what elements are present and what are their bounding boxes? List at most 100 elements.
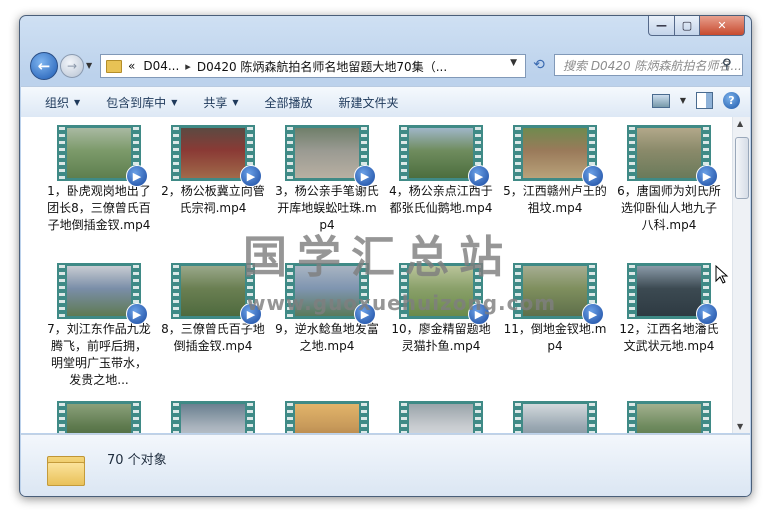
file-item[interactable]: ▶ — [389, 401, 493, 433]
title-bar: — ▢ ✕ — [20, 16, 751, 46]
file-item[interactable]: ▶ — [275, 401, 379, 433]
video-thumbnail[interactable]: ▶ — [57, 125, 148, 187]
file-item[interactable]: ▶ 2，杨公板冀立向管氏宗祠.mp4 — [161, 125, 265, 217]
file-name: 10，廖金精留题地灵猫扑鱼.mp4 — [391, 322, 491, 353]
mouse-cursor-icon — [715, 264, 729, 284]
breadcrumb-item-parent[interactable]: D04... — [143, 59, 179, 73]
scrollbar-thumb[interactable] — [735, 137, 749, 199]
media-player-icon: ▶ — [582, 303, 604, 325]
change-view-icon[interactable] — [651, 93, 670, 108]
new-folder-button[interactable]: 新建文件夹 — [326, 94, 412, 111]
media-player-icon: ▶ — [582, 165, 604, 187]
watermark-text: 国学汇总站 — [243, 232, 513, 283]
history-dropdown[interactable]: ▼ — [86, 61, 95, 70]
breadcrumb-overflow[interactable]: « — [128, 59, 135, 73]
file-name: 2，杨公板冀立向管氏宗祠.mp4 — [161, 184, 265, 215]
minimize-button[interactable]: — — [648, 16, 675, 36]
file-item[interactable]: ▶ 1，卧虎观岗地出了团长8，三僚曾氏百子地倒插金钗.mp4 — [47, 125, 151, 234]
video-thumbnail[interactable]: ▶ — [285, 125, 376, 187]
video-thumbnail[interactable]: ▶ — [285, 401, 369, 433]
view-controls: ▼ ? — [651, 92, 740, 109]
chevron-down-icon: ▼ — [171, 97, 178, 107]
details-pane: 70 个对象 — [21, 434, 750, 496]
file-item[interactable]: ▶ — [161, 401, 265, 433]
view-dropdown-icon[interactable]: ▼ — [680, 96, 686, 105]
video-thumbnail[interactable]: ▶ — [627, 401, 711, 433]
file-name: 9，逆水鲶鱼地发富之地.mp4 — [275, 322, 379, 353]
file-item[interactable]: ▶ 3，杨公亲手笔谢氏开库地蜈蚣吐珠.mp4 — [275, 125, 379, 234]
navigation-bar: ← → ▼ « D04... ▸ D0420 陈炳森航拍名师名地留题大地70集（… — [20, 48, 751, 84]
address-dropdown-icon[interactable]: ▼ — [510, 58, 517, 68]
film-strip — [57, 401, 141, 433]
help-icon[interactable]: ? — [723, 92, 740, 109]
vertical-scrollbar[interactable]: ▲ ▼ — [732, 117, 750, 433]
back-button[interactable]: ← — [30, 52, 58, 80]
minimize-icon: — — [656, 19, 667, 32]
media-player-icon: ▶ — [696, 303, 718, 325]
forward-button[interactable]: → — [60, 54, 84, 78]
breadcrumb-separator[interactable]: ▸ — [185, 60, 191, 73]
share-label: 共享 — [203, 95, 228, 110]
include-library-menu[interactable]: 包含到库中 ▼ — [93, 94, 190, 111]
breadcrumb-item-current[interactable]: D0420 陈炳森航拍名师名地留题大地70集（... — [197, 58, 447, 75]
play-all-label: 全部播放 — [264, 95, 313, 110]
file-item[interactable]: ▶ 12，江西名地潘氏文武状元地.mp4 — [617, 263, 721, 355]
film-strip — [627, 401, 711, 433]
window-controls: — ▢ ✕ — [648, 16, 745, 36]
scroll-down-icon[interactable]: ▼ — [737, 422, 743, 431]
forward-arrow-icon: → — [66, 59, 78, 73]
file-name: 12，江西名地潘氏文武状元地.mp4 — [619, 322, 719, 353]
refresh-button[interactable]: ⟲ — [529, 55, 549, 75]
video-thumbnail[interactable]: ▶ — [513, 401, 597, 433]
media-player-icon: ▶ — [240, 165, 262, 187]
film-strip — [399, 401, 483, 433]
video-thumbnail[interactable]: ▶ — [171, 401, 255, 433]
video-thumbnail[interactable]: ▶ — [399, 401, 483, 433]
include-library-label: 包含到库中 — [106, 95, 167, 110]
close-button[interactable]: ✕ — [700, 16, 745, 36]
chevron-down-icon: ▼ — [232, 97, 239, 107]
video-thumbnail[interactable]: ▶ — [171, 125, 262, 187]
file-item[interactable]: ▶ 4，杨公亲点江西于都张氏仙鹅地.mp4 — [389, 125, 493, 217]
file-name: 7，刘江东作品九龙腾飞，前呼后拥，明堂明广玉带水，发贵之地... — [47, 322, 151, 387]
file-item[interactable]: ▶ — [47, 401, 151, 433]
scroll-up-icon[interactable]: ▲ — [737, 119, 743, 128]
search-icon[interactable]: ⚲ — [722, 57, 738, 73]
play-all-button[interactable]: 全部播放 — [252, 94, 326, 111]
media-player-icon: ▶ — [126, 165, 148, 187]
video-thumbnail[interactable]: ▶ — [399, 125, 490, 187]
maximize-icon: ▢ — [681, 19, 693, 32]
share-menu[interactable]: 共享 ▼ — [190, 94, 251, 111]
file-name: 11，倒地金钗地.mp4 — [503, 322, 607, 353]
video-thumbnail[interactable]: ▶ — [57, 401, 141, 433]
command-bar: 组织 ▼ 包含到库中 ▼ 共享 ▼ 全部播放 新建文件夹 ▼ ? — [21, 86, 750, 118]
file-name: 8，三僚曾氏百子地倒插金钗.mp4 — [161, 322, 265, 353]
preview-pane-icon[interactable] — [696, 92, 713, 109]
file-item[interactable]: ▶ — [503, 401, 607, 433]
back-arrow-icon: ← — [37, 57, 51, 75]
explorer-window: — ▢ ✕ ← → ▼ « D04... ▸ D0420 陈炳森航拍名师名地留题… — [19, 15, 752, 497]
media-player-icon: ▶ — [696, 165, 718, 187]
file-name: 6，唐国师为刘氏所选仰卧仙人地九子八科.mp4 — [617, 184, 721, 232]
folder-icon — [106, 59, 122, 73]
refresh-icon: ⟲ — [533, 57, 545, 73]
watermark-url: www.guoxuehuizong.com — [247, 291, 557, 315]
file-name: 4，杨公亲点江西于都张氏仙鹅地.mp4 — [389, 184, 493, 215]
organize-menu[interactable]: 组织 ▼ — [21, 94, 93, 111]
maximize-button[interactable]: ▢ — [675, 16, 700, 36]
chevron-down-icon: ▼ — [74, 97, 81, 107]
search-input[interactable]: 搜索 D0420 陈炳森航拍名师名... ⚲ — [554, 54, 743, 76]
media-player-icon: ▶ — [126, 303, 148, 325]
file-item[interactable]: ▶ 5，江西赣州卢王的祖坟.mp4 — [503, 125, 607, 217]
file-item[interactable]: ▶ 6，唐国师为刘氏所选仰卧仙人地九子八科.mp4 — [617, 125, 721, 234]
new-folder-label: 新建文件夹 — [338, 95, 399, 110]
video-thumbnail[interactable]: ▶ — [513, 125, 604, 187]
address-bar[interactable]: « D04... ▸ D0420 陈炳森航拍名师名地留题大地70集（... ▼ — [100, 54, 526, 78]
file-item[interactable]: ▶ — [617, 401, 721, 433]
film-strip — [513, 401, 597, 433]
video-thumbnail[interactable]: ▶ — [627, 263, 718, 325]
video-thumbnail[interactable]: ▶ — [57, 263, 148, 325]
search-placeholder: 搜索 D0420 陈炳森航拍名师名... — [563, 58, 742, 73]
video-thumbnail[interactable]: ▶ — [627, 125, 718, 187]
file-item[interactable]: ▶ 7，刘江东作品九龙腾飞，前呼后拥，明堂明广玉带水，发贵之地... — [47, 263, 151, 389]
